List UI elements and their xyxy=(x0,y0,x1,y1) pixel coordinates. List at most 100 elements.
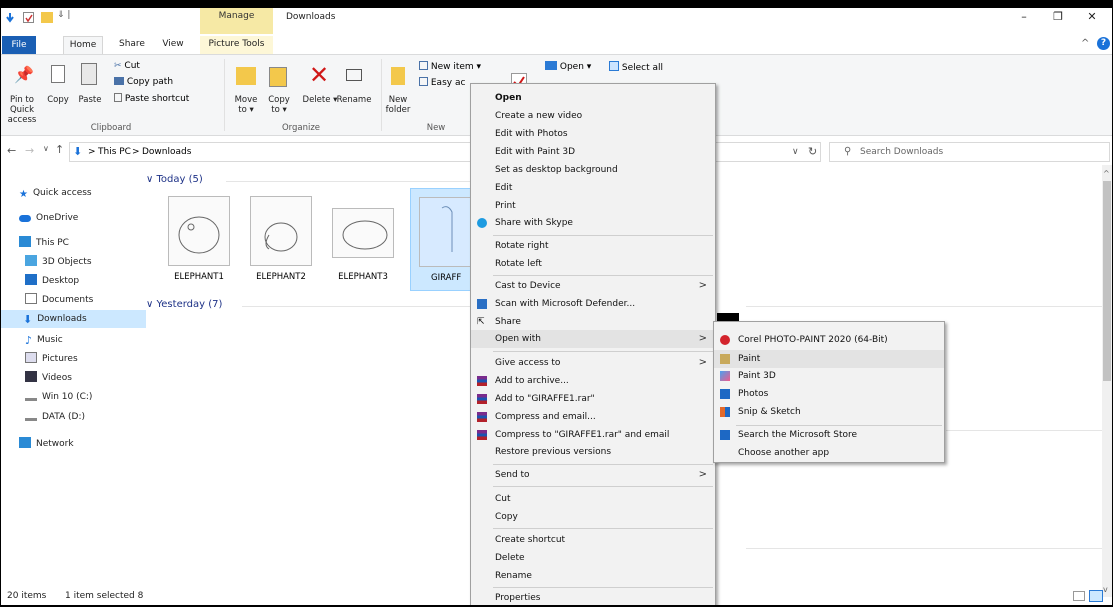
tab-home[interactable]: Home xyxy=(63,36,103,54)
address-dropdown-icon[interactable]: ∨ xyxy=(792,147,799,157)
menu-item-edit[interactable]: Edit xyxy=(471,179,715,197)
scroll-thumb[interactable] xyxy=(1103,181,1111,381)
details-view-icon[interactable] xyxy=(1073,591,1085,601)
move-to-button[interactable]: Move to ▾ xyxy=(230,59,262,119)
menu-item-create-shortcut[interactable]: Create shortcut xyxy=(471,531,715,549)
menu-item-open[interactable]: Open xyxy=(471,89,715,107)
new-folder-qat-icon[interactable] xyxy=(41,12,53,23)
rename-label: Rename xyxy=(336,95,372,105)
search-box[interactable]: ⚲ Search Downloads xyxy=(829,142,1110,162)
cut-button[interactable]: ✂ Cut xyxy=(114,61,140,71)
nav-item-d-drive[interactable]: DATA (D:) xyxy=(25,408,85,426)
close-button[interactable]: ✕ xyxy=(1075,8,1109,28)
nav-item-network[interactable]: Network xyxy=(19,435,74,453)
menu-item-copy[interactable]: Copy xyxy=(471,508,715,526)
menu-item-create-video[interactable]: Create a new video xyxy=(471,107,715,125)
menu-item-scan-defender[interactable]: Scan with Microsoft Defender... xyxy=(471,295,715,313)
nav-item-music[interactable]: ♪ Music xyxy=(25,331,63,349)
forward-arrow-icon[interactable]: → xyxy=(25,144,34,157)
search-input[interactable]: Search Downloads xyxy=(860,147,943,157)
menu-item-cut[interactable]: Cut xyxy=(471,490,715,508)
easy-access-button[interactable]: Easy ac xyxy=(419,77,465,88)
file-elephant3[interactable]: ELEPHANT3 xyxy=(324,188,402,291)
nav-item-onedrive[interactable]: OneDrive xyxy=(19,209,78,227)
file-elephant2[interactable]: ELEPHANT2 xyxy=(242,188,320,291)
copy-to-button[interactable]: Copy to ▾ xyxy=(263,59,295,119)
up-arrow-icon[interactable]: ↑ xyxy=(55,143,64,156)
tab-view[interactable]: View xyxy=(158,36,188,54)
menu-item-delete[interactable]: Delete xyxy=(471,549,715,567)
menu-item-give-access[interactable]: Give access to > xyxy=(471,354,715,372)
scroll-up-icon[interactable]: ^ xyxy=(1103,169,1110,178)
menu-item-properties[interactable]: Properties xyxy=(471,589,715,605)
tab-file[interactable]: File xyxy=(2,36,36,54)
maximize-button[interactable]: ❐ xyxy=(1041,8,1075,28)
vertical-scrollbar[interactable]: ^ v xyxy=(1102,165,1112,597)
recent-locations-icon[interactable]: ∨ xyxy=(43,144,49,153)
minimize-button[interactable]: – xyxy=(1007,8,1041,28)
nav-item-videos[interactable]: Videos xyxy=(25,369,72,387)
menu-item-add-rar[interactable]: Add to "GIRAFFE1.rar" xyxy=(471,390,715,408)
file-elephant1[interactable]: ELEPHANT1 xyxy=(160,188,238,291)
nav-item-documents[interactable]: Documents xyxy=(25,291,93,309)
new-item-button[interactable]: New item ▾ xyxy=(419,61,481,72)
large-icons-view-icon[interactable] xyxy=(1089,590,1103,602)
submenu-item-corel[interactable]: Corel PHOTO-PAINT 2020 (64-Bit) xyxy=(714,331,944,349)
menu-item-set-desktop-bg[interactable]: Set as desktop background xyxy=(471,161,715,179)
submenu-item-paint3d[interactable]: Paint 3D xyxy=(714,367,944,385)
menu-item-compress-rar-email[interactable]: Compress to "GIRAFFE1.rar" and email xyxy=(471,426,715,444)
menu-separator xyxy=(493,235,713,236)
paste-shortcut-button[interactable]: Paste shortcut xyxy=(114,93,189,104)
pin-quick-access-button[interactable]: 📌 Pin to Quick access xyxy=(3,59,41,125)
new-folder-button[interactable]: New folder xyxy=(384,59,412,119)
manage-context-tab[interactable]: Manage xyxy=(200,8,273,34)
submenu-item-store[interactable]: Search the Microsoft Store xyxy=(714,426,944,444)
nav-item-quick-access[interactable]: ★ Quick access xyxy=(19,184,92,202)
open-button[interactable]: Open ▾ xyxy=(545,61,591,72)
copy-path-button[interactable]: Copy path xyxy=(114,77,173,87)
menu-item-rotate-left[interactable]: Rotate left xyxy=(471,255,715,273)
submenu-item-paint[interactable]: Paint xyxy=(714,350,944,368)
quick-access-toolbar-icon[interactable] xyxy=(5,12,15,24)
back-arrow-icon[interactable]: ← xyxy=(7,144,16,157)
menu-item-share-skype[interactable]: Share with Skype xyxy=(471,214,715,232)
group-header-yesterday[interactable]: ∨ Yesterday (7) xyxy=(146,299,222,310)
menu-item-send-to[interactable]: Send to > xyxy=(471,466,715,484)
tab-picture-tools[interactable]: Picture Tools xyxy=(200,36,273,54)
nav-item-c-drive[interactable]: Win 10 (C:) xyxy=(25,388,92,406)
group-header-today[interactable]: ∨ Today (5) xyxy=(146,174,203,185)
properties-check-icon[interactable] xyxy=(23,12,34,23)
nav-item-pictures[interactable]: Pictures xyxy=(25,350,78,368)
nav-item-desktop[interactable]: Desktop xyxy=(25,272,79,290)
breadcrumb-this-pc[interactable]: This PC xyxy=(98,147,131,157)
menu-item-cast-to-device[interactable]: Cast to Device > xyxy=(471,277,715,295)
menu-item-edit-photos[interactable]: Edit with Photos xyxy=(471,125,715,143)
menu-item-print[interactable]: Print xyxy=(471,197,715,215)
select-all-button[interactable]: Select all xyxy=(609,61,663,73)
help-icon[interactable]: ? xyxy=(1097,37,1110,50)
menu-item-share[interactable]: ⇱ Share xyxy=(471,313,715,331)
menu-item-add-archive[interactable]: Add to archive... xyxy=(471,372,715,390)
submenu-item-photos[interactable]: Photos xyxy=(714,385,944,403)
qat-dropdown-icon[interactable]: ⇓ | xyxy=(57,10,70,20)
menu-item-open-with[interactable]: Open with > xyxy=(471,330,715,348)
submenu-item-choose-app[interactable]: Choose another app xyxy=(714,444,944,462)
nav-item-this-pc[interactable]: This PC xyxy=(19,234,69,252)
rename-button[interactable]: Rename xyxy=(336,59,372,119)
submenu-item-snip[interactable]: Snip & Sketch xyxy=(714,403,944,421)
nav-item-downloads[interactable]: ⬇ Downloads xyxy=(1,310,146,328)
breadcrumb-downloads[interactable]: Downloads xyxy=(142,147,191,157)
tab-share[interactable]: Share xyxy=(115,36,149,54)
menu-item-rotate-right[interactable]: Rotate right xyxy=(471,237,715,255)
collapse-ribbon-icon[interactable]: ^ xyxy=(1081,38,1089,49)
menu-item-compress-email[interactable]: Compress and email... xyxy=(471,408,715,426)
menu-item-restore-versions[interactable]: Restore previous versions xyxy=(471,443,715,461)
menu-item-rename[interactable]: Rename xyxy=(471,567,715,585)
nav-item-3d-objects[interactable]: 3D Objects xyxy=(25,253,92,271)
paste-label: Paste xyxy=(78,95,102,105)
refresh-icon[interactable]: ↻ xyxy=(808,145,817,158)
copy-button[interactable]: Copy xyxy=(45,59,71,109)
menu-item-edit-paint3d[interactable]: Edit with Paint 3D xyxy=(471,143,715,161)
delete-button[interactable]: ✕ Delete ▾ xyxy=(302,59,338,119)
paste-button[interactable]: Paste xyxy=(75,59,105,109)
